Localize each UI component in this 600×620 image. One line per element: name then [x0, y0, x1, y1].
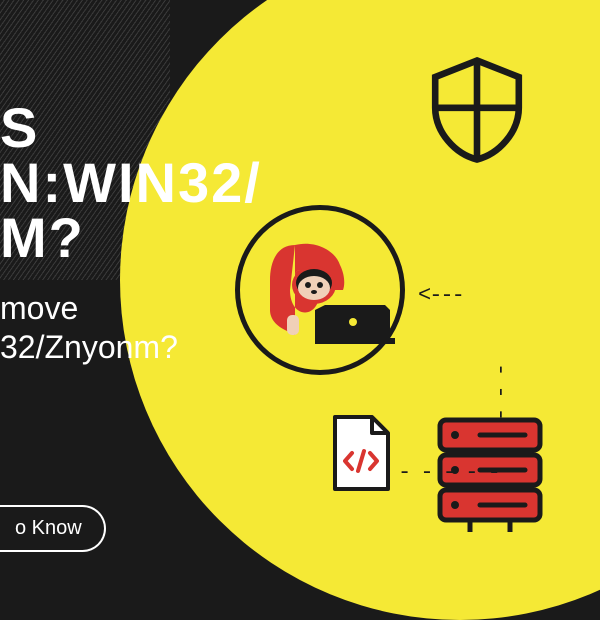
subtitle-line1: move [0, 290, 178, 327]
info-badge: o Know [0, 505, 106, 552]
arrow-vertical-icon: - - - [488, 363, 513, 419]
subtitle-line2: 32/Znyonm? [0, 329, 178, 366]
arrow-horizontal-icon: - - - - - [398, 460, 499, 485]
subtitle-block: move 32/Znyonm? [0, 290, 178, 366]
file-code-icon [330, 415, 392, 493]
shield-icon [422, 55, 532, 165]
hacker-circle-icon [235, 205, 405, 375]
title-block: S N:WIN32/ M? [0, 95, 262, 270]
arrow-left-icon: <--- [418, 283, 463, 308]
badge-text: o Know [15, 517, 82, 539]
